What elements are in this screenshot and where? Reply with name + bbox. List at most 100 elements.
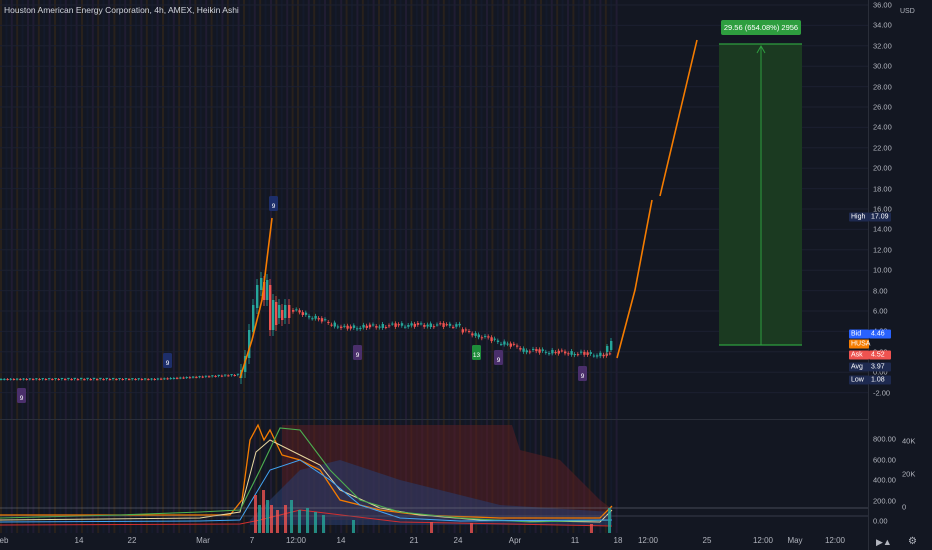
volume-bar — [590, 524, 593, 533]
candle — [284, 299, 287, 324]
price-tag-name: Bid — [849, 329, 869, 339]
price-tick-label: 12.00 — [873, 245, 892, 255]
time-tick-label: 12:00 — [824, 536, 846, 545]
volume-bar — [352, 520, 355, 533]
candle — [525, 348, 528, 355]
time-tick-label: 12:00 — [752, 536, 774, 545]
candle — [67, 377, 70, 381]
candle — [89, 378, 92, 381]
price-tick-label: 30.00 — [873, 61, 892, 71]
price-tag-value: 1.08 — [869, 375, 891, 385]
candle — [413, 321, 416, 329]
price-tag-value: 17.09 — [869, 212, 891, 222]
time-tick-label: 12:00 — [285, 536, 307, 545]
tradingview-logo-icon[interactable]: ▶▲ — [876, 537, 892, 548]
candle — [391, 321, 394, 326]
volume-bar — [608, 508, 611, 533]
volume-bar — [314, 512, 317, 533]
time-tick-label: 24 — [453, 536, 463, 545]
time-tick-label: 7 — [249, 536, 255, 545]
signal-marker-label: 9 — [497, 357, 501, 364]
price-tick-label: 20.00 — [873, 163, 892, 173]
time-tick-label: 12:00 — [637, 536, 659, 545]
candle — [327, 319, 330, 325]
price-tag-value: 4.46 — [869, 329, 891, 339]
price-tick-label: 28.00 — [873, 82, 892, 92]
price-chart[interactable]: 9 9 9 9 13 9 9 — [0, 0, 932, 550]
signal-marker: 9 — [163, 353, 172, 368]
candle — [176, 376, 179, 380]
candle — [352, 323, 356, 330]
price-tick-label: 14.00 — [873, 224, 892, 234]
price-tick-label: 10.00 — [873, 265, 892, 275]
candle — [192, 376, 195, 379]
price-tick-label: -2.00 — [873, 388, 891, 398]
candle — [208, 375, 211, 378]
candle — [169, 377, 172, 380]
chart-title: Houston American Energy Corporation, 4h,… — [4, 5, 239, 15]
price-tick-label: 32.00 — [873, 41, 892, 51]
price-tick-label: 36.00 — [873, 0, 892, 10]
pane-separator[interactable] — [0, 419, 868, 420]
candle — [12, 378, 16, 381]
long-position-box[interactable] — [719, 43, 802, 346]
candle — [602, 352, 605, 359]
indicator-tick-label: 400.00 — [873, 475, 896, 485]
candle — [304, 310, 308, 317]
candle — [320, 316, 324, 324]
volume-bar — [270, 505, 273, 533]
signal-marker-label: 9 — [272, 203, 276, 210]
price-tick-label: 8.00 — [873, 286, 888, 296]
projection-path-future-2 — [659, 39, 698, 197]
volume-bar — [430, 522, 433, 533]
price-tick-label: 18.00 — [873, 184, 892, 194]
signal-marker: 9 — [17, 388, 26, 403]
time-tick-label: Apr — [508, 536, 522, 545]
volume-bar — [276, 510, 279, 533]
candle — [137, 378, 140, 381]
time-tick-label: 14 — [74, 536, 84, 545]
indicator-tick-label: 600.00 — [873, 455, 896, 464]
time-tick-label: 25 — [702, 536, 712, 545]
candle — [580, 349, 583, 355]
time-axis[interactable]: eb 14 22 Mar 7 12:00 14 21 24 Apr 11 18 12:00 25 12:00… — [0, 533, 932, 550]
candle — [586, 350, 589, 357]
candle — [493, 336, 496, 342]
candle — [3, 378, 6, 381]
candle — [269, 279, 272, 336]
volume-bar — [470, 523, 473, 533]
candle — [83, 378, 86, 381]
projection-path-future — [616, 199, 653, 359]
candle — [28, 378, 32, 381]
price-tick-label: 26.00 — [873, 102, 892, 112]
candle — [477, 332, 480, 340]
time-tick-label: 21 — [409, 536, 419, 545]
candle — [153, 377, 156, 381]
signal-marker-label: 9 — [20, 395, 24, 402]
indicator-tick-label: 200.00 — [873, 496, 896, 505]
time-tick-label: eb — [0, 536, 9, 545]
gear-icon[interactable]: ⚙ — [908, 536, 917, 547]
candle — [375, 324, 378, 330]
candle — [278, 299, 281, 324]
candle — [121, 378, 124, 381]
candle — [461, 327, 464, 335]
candle — [51, 378, 54, 381]
volume-bar — [298, 510, 301, 533]
signal-marker-label: 9 — [356, 352, 360, 359]
candle — [99, 377, 102, 381]
time-tick-label: 11 — [570, 536, 580, 545]
candle — [185, 376, 188, 379]
currency-label: USD — [900, 8, 915, 15]
indicator-tick-label: 0.00 — [873, 516, 888, 526]
volume-tick-label: 20K — [902, 469, 916, 479]
indicator-tick-label: 800.00 — [873, 434, 896, 444]
time-tick-label: 18 — [613, 536, 623, 545]
candle — [105, 377, 108, 381]
volume-bar — [290, 500, 293, 533]
candle — [288, 299, 291, 324]
signal-marker: 9 — [578, 366, 587, 381]
candle — [445, 322, 448, 327]
time-tick-label: Mar — [196, 536, 210, 545]
candle — [256, 279, 259, 314]
